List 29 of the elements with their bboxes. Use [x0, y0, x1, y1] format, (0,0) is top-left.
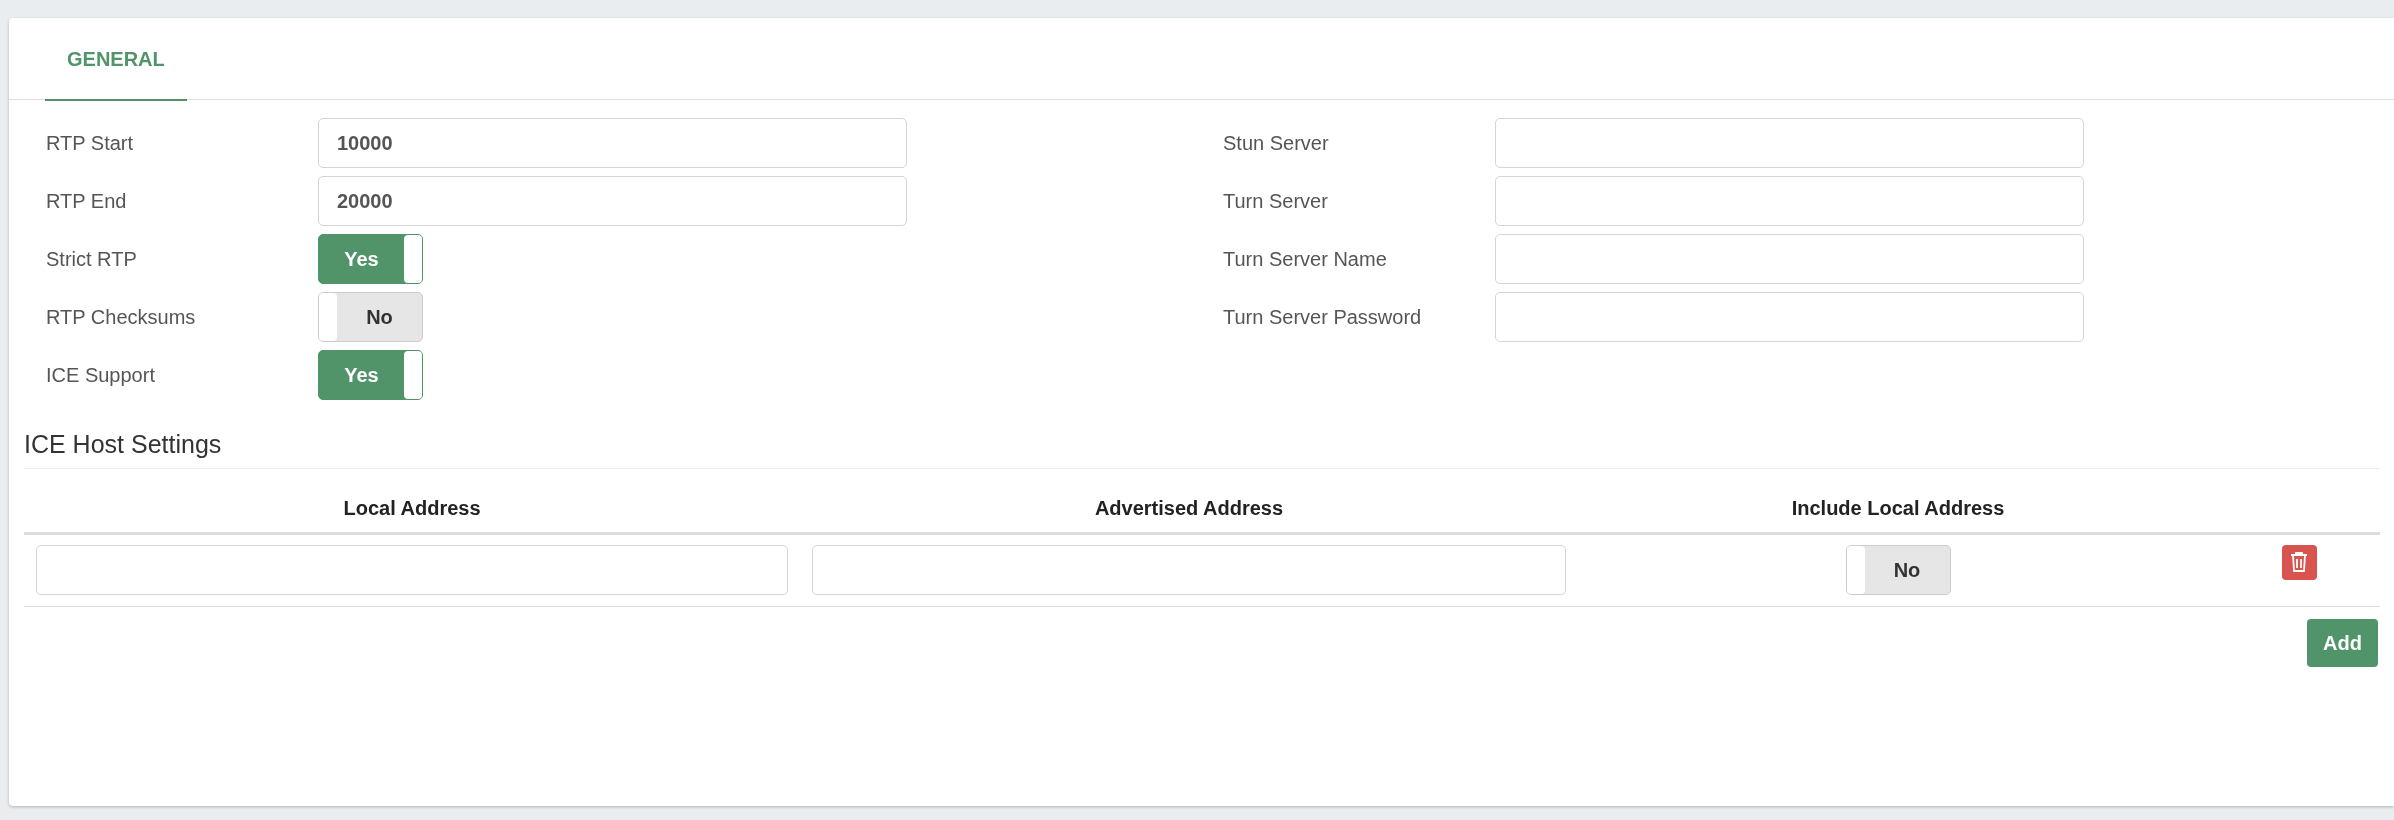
section-title: ICE Host Settings: [24, 430, 222, 458]
toggle-switch[interactable]: No: [1845, 544, 1951, 595]
toggle-switch[interactable]: Yes: [318, 234, 423, 284]
trash-icon: [2290, 551, 2308, 573]
add-button[interactable]: Add: [2307, 618, 2378, 667]
local-address-field[interactable]: [36, 544, 788, 595]
column-header: Include Local Address: [1791, 496, 2005, 521]
toggle-switch[interactable]: No: [318, 292, 423, 342]
field-label: RTP End: [46, 189, 128, 214]
field-label: Turn Server Password: [1223, 305, 1423, 330]
field-label: ICE Support: [46, 363, 156, 388]
text-field[interactable]: 20000: [318, 176, 907, 226]
tab[interactable]: GENERAL: [45, 18, 187, 101]
field-label: RTP Start: [46, 131, 135, 156]
field-label: Stun Server: [1223, 131, 1330, 156]
field-label: Strict RTP: [46, 247, 138, 272]
text-field[interactable]: [1495, 234, 2084, 284]
field-label: RTP Checksums: [46, 305, 197, 330]
text-field[interactable]: [1495, 176, 2084, 226]
text-field[interactable]: [1495, 118, 2084, 168]
delete-button[interactable]: [2281, 544, 2317, 580]
toggle-switch[interactable]: Yes: [318, 350, 423, 400]
text-field[interactable]: [1495, 292, 2084, 342]
field-label: Turn Server Name: [1223, 247, 1388, 272]
column-header: Advertised Address: [1094, 496, 1284, 521]
advertised-address-field[interactable]: [812, 544, 1566, 595]
field-label: Turn Server: [1223, 189, 1329, 214]
column-header: Local Address: [343, 496, 481, 521]
text-field[interactable]: 10000: [318, 118, 907, 168]
